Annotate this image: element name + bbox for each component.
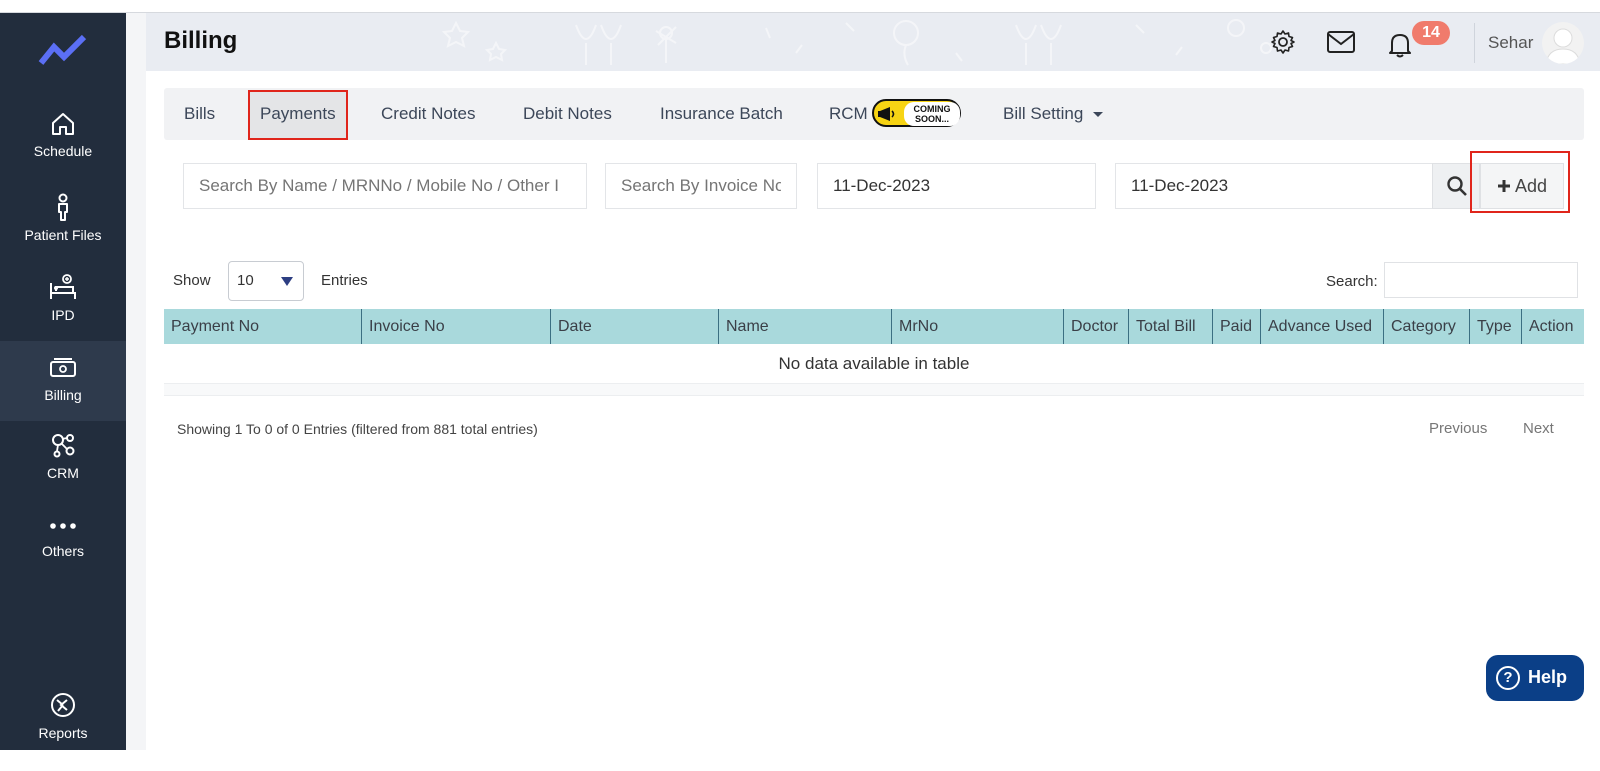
- gear-icon[interactable]: [1270, 29, 1296, 55]
- sidebar-item-reports[interactable]: Reports: [0, 691, 126, 771]
- megaphone-icon: [878, 107, 895, 121]
- user-avatar-icon: [1545, 28, 1581, 64]
- bell-icon[interactable]: [1386, 31, 1414, 59]
- table-search-input[interactable]: [1384, 262, 1578, 298]
- invoice-search-input[interactable]: [605, 163, 797, 209]
- network-icon: [52, 434, 75, 458]
- column-header[interactable]: Advance Used: [1260, 309, 1383, 344]
- mail-icon[interactable]: [1326, 30, 1356, 54]
- tab-bills[interactable]: Bills: [184, 88, 215, 140]
- content-gutter: [126, 13, 146, 750]
- payments-table: Payment No Invoice No Date Name MrNo Doc…: [164, 309, 1584, 396]
- column-header[interactable]: Total Bill: [1128, 309, 1212, 344]
- table-footer-row: [164, 384, 1584, 396]
- from-date-field[interactable]: 11-Dec-2023: [817, 163, 1096, 209]
- column-header[interactable]: Invoice No: [361, 309, 550, 344]
- sidebar-item-billing[interactable]: Billing: [0, 341, 126, 421]
- avatar[interactable]: [1542, 22, 1584, 64]
- entries-value: 10: [237, 272, 254, 289]
- column-header[interactable]: Date: [550, 309, 718, 344]
- next-page-button[interactable]: Next: [1523, 420, 1554, 437]
- column-header[interactable]: Paid: [1212, 309, 1260, 344]
- tab-bill-setting[interactable]: Bill Setting: [1003, 88, 1104, 140]
- sidebar-item-crm[interactable]: CRM: [0, 431, 126, 511]
- column-header[interactable]: Action: [1521, 309, 1584, 344]
- sidebar-item-patient-files[interactable]: Patient Files: [0, 193, 126, 273]
- entries-label: Entries: [321, 272, 368, 289]
- coming-soon-badge: COMING SOON...: [872, 99, 961, 127]
- add-button-highlight: [1470, 151, 1570, 213]
- help-label: Help: [1528, 667, 1568, 687]
- column-header[interactable]: MrNo: [891, 309, 1063, 344]
- cash-icon: [50, 358, 76, 377]
- caret-down-icon: [281, 277, 293, 286]
- name-search-input[interactable]: [183, 163, 587, 209]
- tab-rcm[interactable]: RCM: [829, 88, 868, 140]
- notification-badge[interactable]: 14: [1412, 21, 1450, 45]
- app-logo-icon[interactable]: [38, 29, 88, 69]
- column-header[interactable]: Doctor: [1063, 309, 1128, 344]
- sidebar-item-label: CRM: [47, 465, 79, 481]
- tab-credit-notes[interactable]: Credit Notes: [381, 88, 475, 140]
- sidebar-item-label: Patient Files: [24, 227, 102, 243]
- empty-table-message: No data available in table: [164, 344, 1584, 384]
- page-title: Billing: [164, 27, 238, 54]
- tab-insurance-batch[interactable]: Insurance Batch: [660, 88, 783, 140]
- column-header[interactable]: Type: [1469, 309, 1521, 344]
- sidebar-item-label: Others: [41, 543, 84, 559]
- home-icon: [52, 113, 74, 135]
- sidebar: Schedule Patient Files IPD Billing CRM O…: [0, 13, 126, 750]
- sidebar-item-label: IPD: [51, 307, 75, 323]
- previous-page-button[interactable]: Previous: [1429, 420, 1487, 437]
- help-button[interactable]: ? Help: [1486, 655, 1584, 701]
- question-icon: ?: [1496, 666, 1520, 690]
- column-header[interactable]: Name: [718, 309, 891, 344]
- confetti-decoration-icon: [441, 19, 1272, 66]
- browser-top-edge: [0, 0, 1600, 13]
- user-name[interactable]: Sehar: [1488, 33, 1533, 53]
- table-search-label: Search:: [1326, 273, 1378, 290]
- table-header-row: Payment No Invoice No Date Name MrNo Doc…: [164, 309, 1584, 344]
- header-divider: [1474, 23, 1475, 63]
- coming-soon-text: COMING SOON...: [904, 102, 960, 126]
- bed-icon: [50, 274, 76, 299]
- show-label: Show: [173, 272, 211, 289]
- to-date-field[interactable]: 11-Dec-2023: [1115, 163, 1433, 209]
- table-info: Showing 1 To 0 of 0 Entries (filtered fr…: [177, 421, 538, 437]
- search-icon: [1447, 176, 1467, 196]
- sidebar-item-label: Reports: [38, 725, 88, 741]
- sidebar-item-others[interactable]: Others: [0, 521, 126, 601]
- column-header[interactable]: Category: [1383, 309, 1469, 344]
- person-icon: [58, 193, 68, 221]
- tab-debit-notes[interactable]: Debit Notes: [523, 88, 612, 140]
- column-header[interactable]: Payment No: [164, 309, 361, 344]
- sidebar-item-label: Billing: [44, 387, 82, 403]
- top-header: Billing 14 Sehar: [146, 13, 1600, 71]
- caret-down-icon: [1093, 112, 1104, 117]
- entries-per-page-select[interactable]: 10: [228, 261, 304, 301]
- tab-payments[interactable]: Payments: [248, 90, 348, 140]
- sidebar-item-label: Schedule: [33, 143, 93, 159]
- bill-setting-label: Bill Setting: [1003, 104, 1084, 123]
- sidebar-item-schedule[interactable]: Schedule: [0, 111, 126, 191]
- chart-pie-icon: [51, 693, 75, 717]
- more-icon: [50, 523, 76, 529]
